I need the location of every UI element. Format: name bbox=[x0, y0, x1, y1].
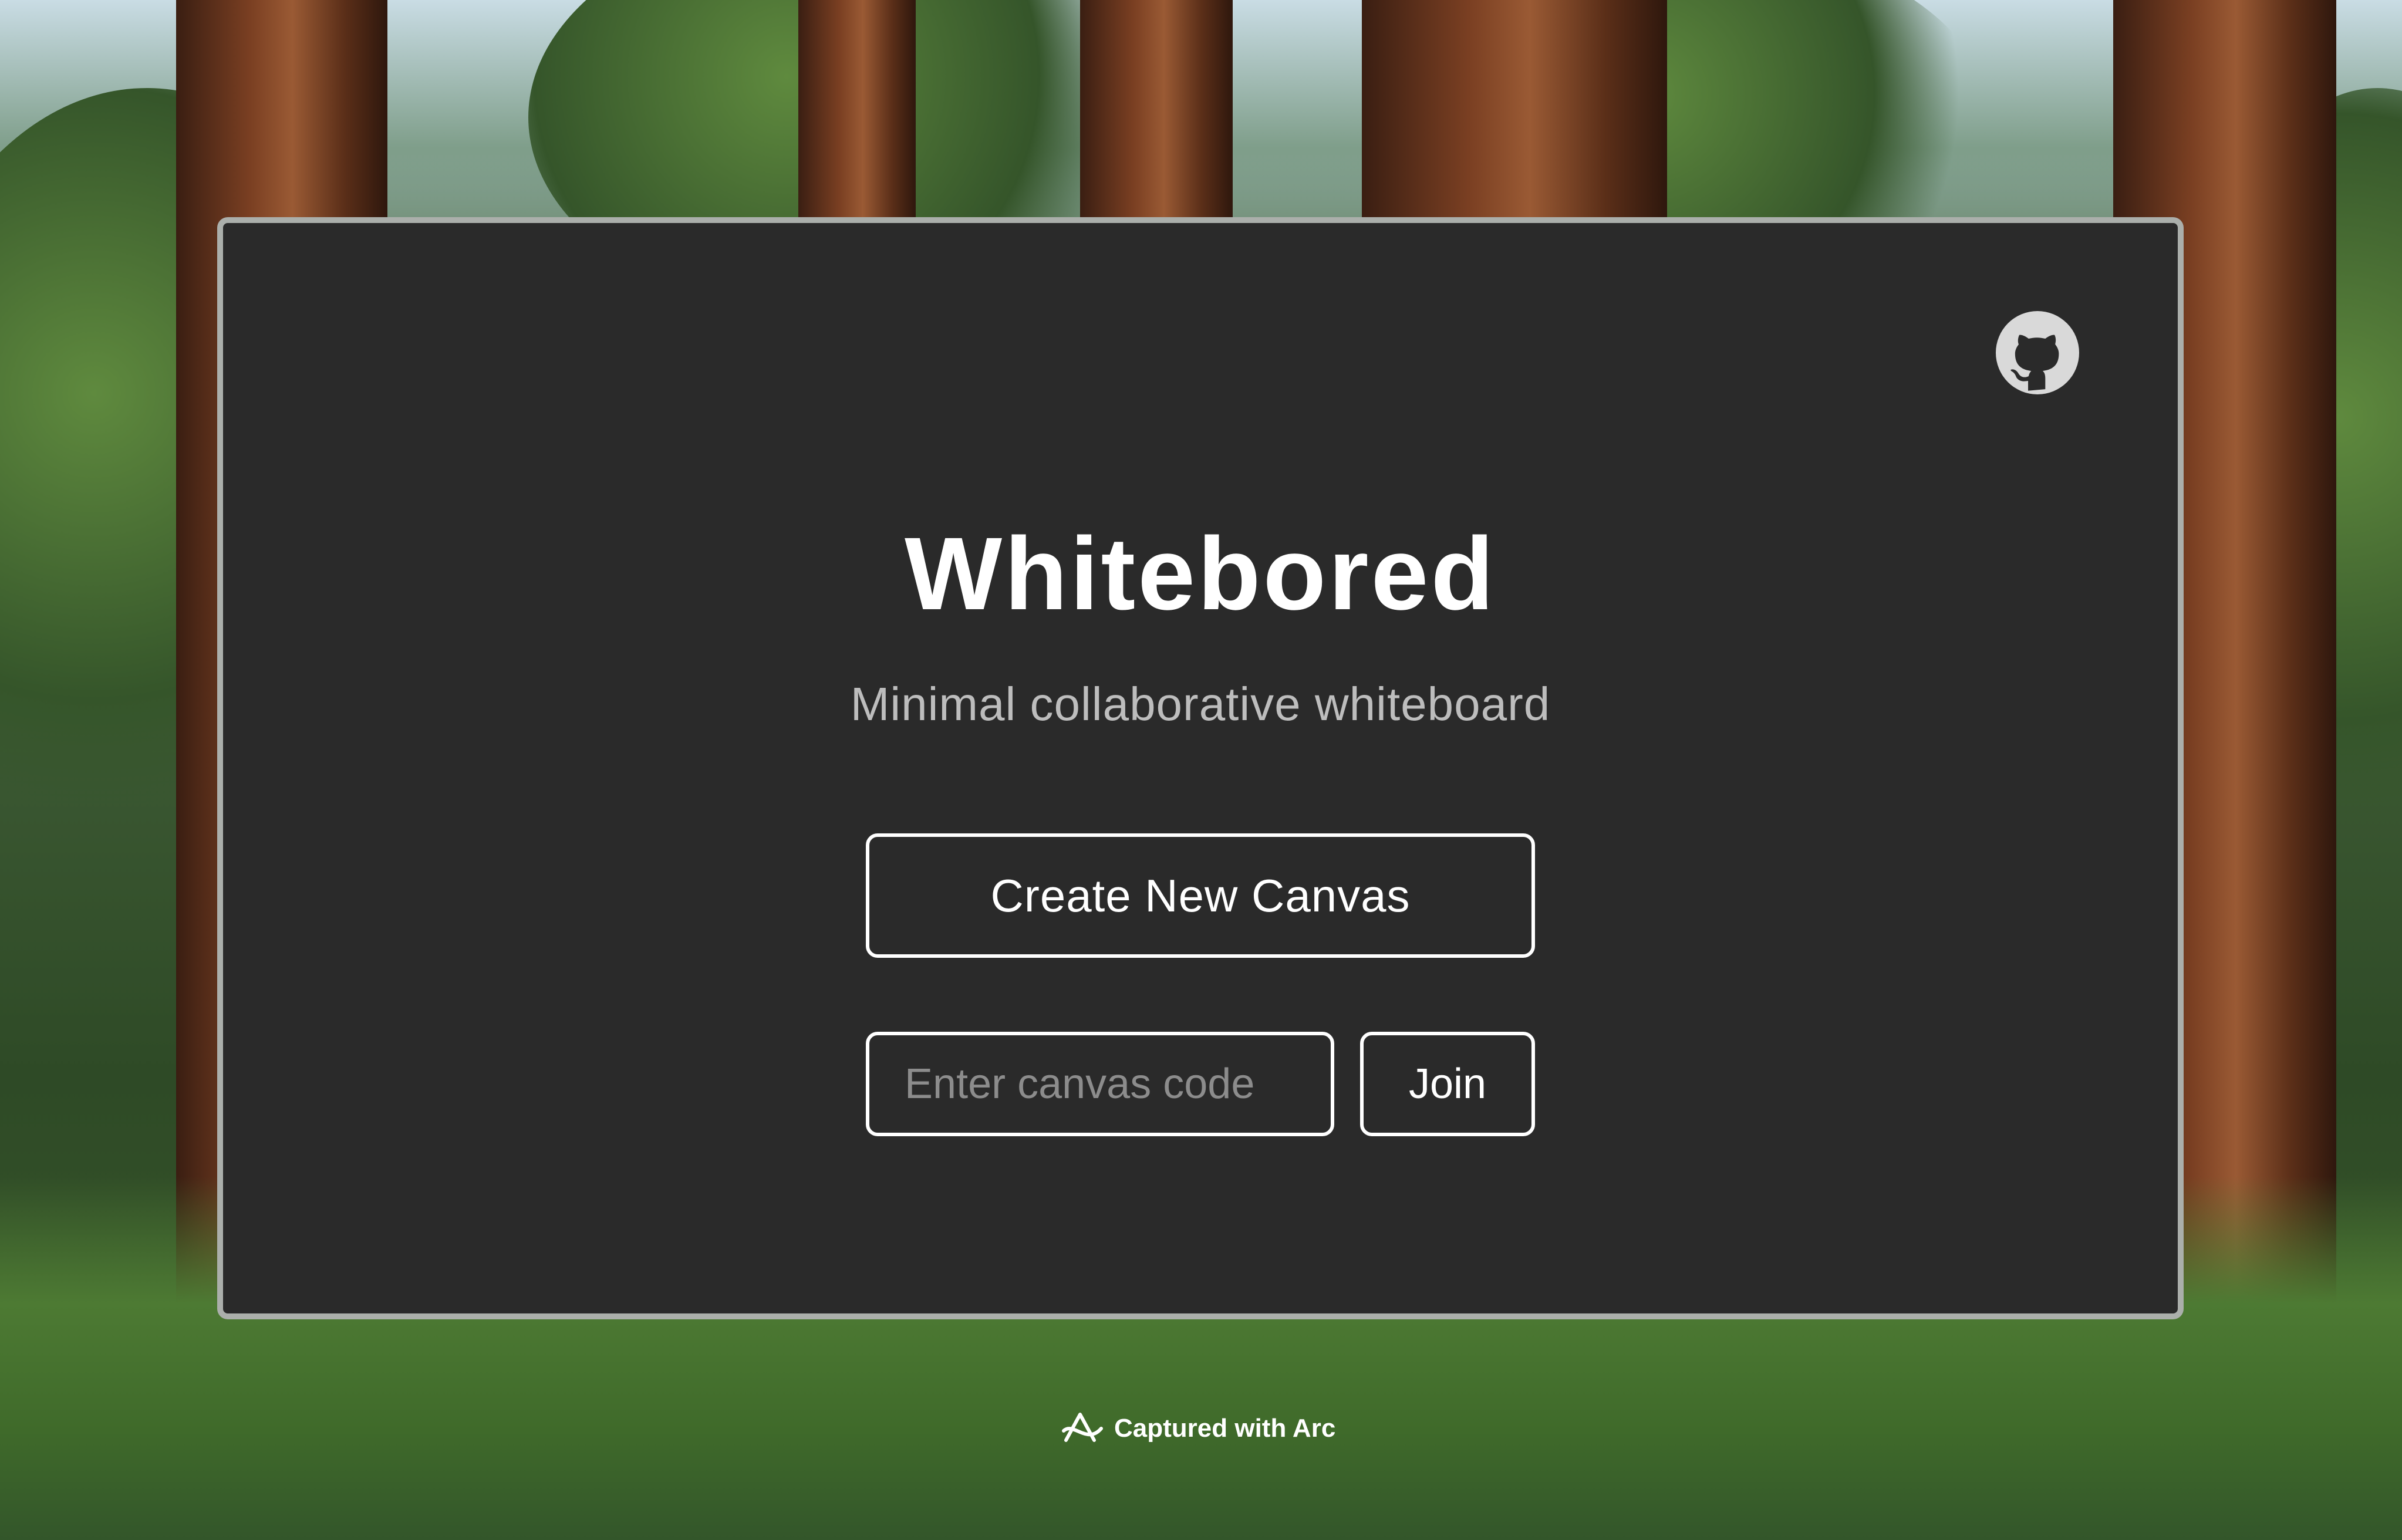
create-canvas-button[interactable]: Create New Canvas bbox=[866, 833, 1535, 958]
canvas-code-input[interactable] bbox=[866, 1032, 1334, 1136]
landing-card: Whitebored Minimal collaborative whitebo… bbox=[217, 217, 2184, 1319]
capture-credit: Captured with Arc bbox=[1061, 1407, 1335, 1450]
arc-logo-icon bbox=[1062, 1413, 1103, 1442]
capture-credit-label: Captured with Arc bbox=[1114, 1414, 1336, 1443]
app-subtitle: Minimal collaborative whiteboard bbox=[850, 678, 1551, 730]
join-button[interactable]: Join bbox=[1360, 1032, 1535, 1136]
github-icon[interactable] bbox=[1996, 311, 2079, 394]
app-title: Whitebored bbox=[905, 516, 1496, 631]
